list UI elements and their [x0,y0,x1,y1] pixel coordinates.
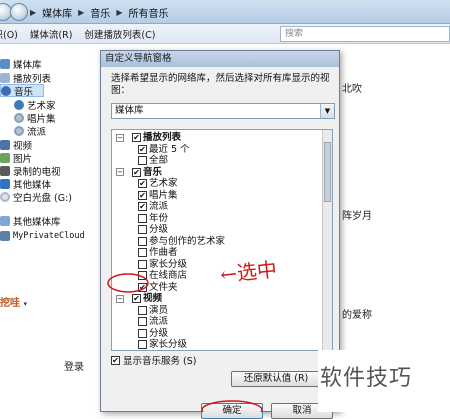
sidebar-item-label: 视频 [13,140,33,152]
sidebar-item-label: 唱片集 [27,113,56,125]
breadcrumb-all-music[interactable]: 所有音乐 [128,5,168,20]
artist-icon [14,99,24,110]
sidebar-item-pictures[interactable]: 图片 [0,151,33,165]
chevron-right-icon: ▶ [78,7,85,17]
sidebar-item-library[interactable]: 媒体库 [0,57,42,71]
sidebar-item-label: 流派 [27,126,47,138]
sidebar-item-label: 艺术家 [27,100,56,112]
sidebar-item-recorded-tv[interactable]: 录制的电视 [0,164,61,178]
forward-button[interactable] [10,3,28,21]
login-button[interactable]: 登录 [64,358,84,373]
toolbar: 组织(O) 媒体流(R) 创建播放列表(C) 搜索 [0,24,450,44]
breadcrumb: ▶ 媒体库 ▶ 音乐 ▶ 所有音乐 [30,4,168,20]
video-icon [0,139,10,150]
watermark: 软件技巧 [320,366,413,391]
create-playlist-menu[interactable]: 创建播放列表(C) [78,27,161,41]
chevron-right-icon: ▶ [30,7,37,17]
sidebar-item-video[interactable]: 视频 [0,138,33,152]
recorded-tv-icon [0,165,10,176]
sidebar-item-other-libraries[interactable]: 其他媒体库 [0,214,61,228]
sidebar-item-label: 其他媒体库 [13,216,61,228]
sidebar-item-label: 播放列表 [13,73,52,85]
sidebar-item-label: 其他媒体 [13,179,52,191]
sidebar-item-blank-disc[interactable]: 空白光盘 (G:) [0,190,72,204]
library-icon [0,58,10,69]
sidebar-item-myprivatecloud[interactable]: MyPrivateCloud [0,229,85,242]
sidebar-item-music[interactable]: 音乐 [0,84,44,98]
sidebar-item-other-media[interactable]: 其他媒体 [0,177,52,191]
sidebar-item-genre[interactable]: 流派 [14,124,47,138]
sidebar-item-artist[interactable]: 艺术家 [14,98,56,112]
organize-menu[interactable]: 组织(O) [0,27,24,41]
sidebar-item-label: 图片 [13,153,33,165]
track-text: 的爱称 [342,310,372,321]
sidebar-item-album[interactable]: 唱片集 [14,111,56,125]
blank-disc-icon [0,191,10,202]
address-bar: ▶ 媒体库 ▶ 音乐 ▶ 所有音乐 [0,0,450,24]
sidebar-item-label: 媒体库 [13,59,42,71]
wa-link[interactable]: 挖哇 ▾ [0,294,27,309]
album-icon [14,112,24,123]
sidebar-item-label: MyPrivateCloud [13,230,85,241]
genre-icon [14,125,24,136]
playlist-icon [0,72,10,83]
search-input[interactable]: 搜索 [280,26,450,42]
annotation-text: ←选中 [219,257,279,287]
track-text: 阵岁月 [342,211,372,222]
music-note-icon [1,85,11,96]
other-library-icon [0,215,10,226]
breadcrumb-music[interactable]: 音乐 [90,5,110,20]
sidebar-item-label: 空白光盘 (G:) [13,192,72,204]
picture-icon [0,152,10,163]
breadcrumb-library[interactable]: 媒体库 [42,5,72,20]
stream-menu[interactable]: 媒体流(R) [24,27,79,41]
annotation-circle [107,273,263,412]
computer-icon [0,230,10,241]
navigation-pane: 媒体库 播放列表 音乐 艺术家 唱片集 流派 视频 图片 录制的电视 其他媒体 … [0,45,100,412]
chevron-right-icon: ▶ [116,7,123,17]
other-media-icon [0,178,10,189]
sidebar-item-label: 音乐 [14,86,34,98]
sidebar-item-playlist[interactable]: 播放列表 [0,71,52,85]
sidebar-item-label: 录制的电视 [13,166,61,178]
track-text: 北吹 [342,84,362,95]
